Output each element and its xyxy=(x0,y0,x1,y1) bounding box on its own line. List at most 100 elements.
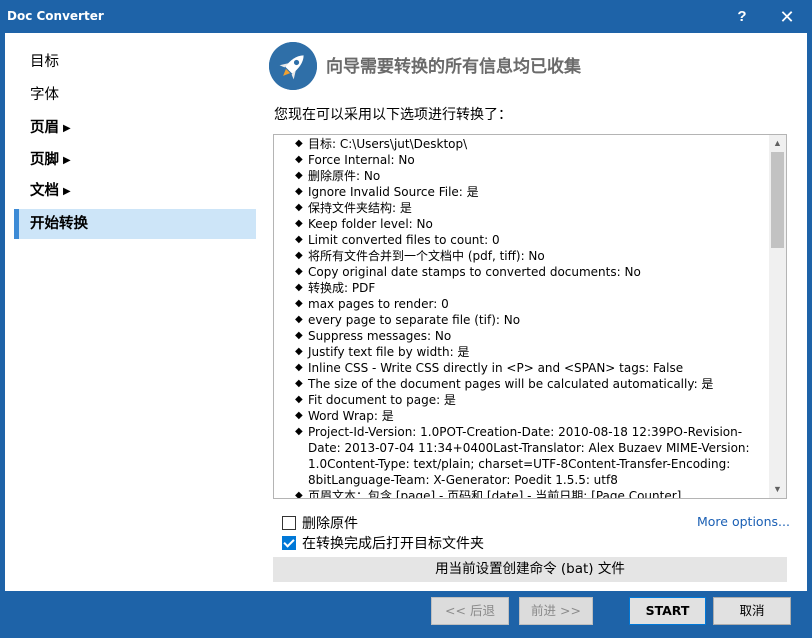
create-batch-file-button[interactable]: 用当前设置创建命令 (bat) 文件 xyxy=(273,557,787,582)
bullet-icon: ◆ xyxy=(295,186,303,197)
option-text: 删除原件: No xyxy=(308,169,381,183)
footer-bar: << 后退 前进 >> START 取消 xyxy=(5,591,807,633)
bullet-icon: ◆ xyxy=(295,378,303,389)
option-text: Limit converted files to count: 0 xyxy=(308,233,500,247)
delete-original-checkbox-row[interactable]: 删除原件 xyxy=(282,514,358,532)
chevron-right-icon: ▶ xyxy=(63,155,71,166)
bullet-icon: ◆ xyxy=(295,250,303,261)
bullet-icon: ◆ xyxy=(295,266,303,277)
delete-original-label: 删除原件 xyxy=(302,516,358,532)
option-list-item: ◆ 目标: C:\Users\jut\Desktop\ xyxy=(274,136,774,152)
wizard-body: 目标 字体 页眉 ▶ 页脚 ▶ 文档 ▶ 开始转换 向导需要转换的所有信息均已收… xyxy=(5,33,807,591)
option-text: The size of the document pages will be c… xyxy=(308,377,714,391)
option-list-item: ◆ every page to separate file (tif): No xyxy=(274,312,774,328)
option-list-item: ◆ 将所有文件合并到一个文档中 (pdf, tiff): No xyxy=(274,248,774,264)
bullet-icon: ◆ xyxy=(295,394,303,405)
sidebar-item-label: 字体 xyxy=(30,87,59,103)
bullet-icon: ◆ xyxy=(295,330,303,341)
wizard-sidebar: 目标 字体 页眉 ▶ 页脚 ▶ 文档 ▶ 开始转换 xyxy=(5,33,256,591)
option-text: Fit document to page: 是 xyxy=(308,393,456,407)
option-list-item: ◆ 删除原件: No xyxy=(274,168,774,184)
scroll-up-icon[interactable]: ▲ xyxy=(769,135,786,152)
header-title: 向导需要转换的所有信息均已收集 xyxy=(326,57,581,77)
option-list-item: ◆ Limit converted files to count: 0 xyxy=(274,232,774,248)
option-list-item: ◆ Copy original date stamps to converted … xyxy=(274,264,774,280)
bullet-icon: ◆ xyxy=(295,282,303,293)
bullet-icon: ◆ xyxy=(295,490,303,499)
sidebar-item-label: 页眉 xyxy=(30,120,59,136)
option-text: every page to separate file (tif): No xyxy=(308,313,521,327)
open-folder-checkbox[interactable] xyxy=(282,536,296,550)
sidebar-item-font[interactable]: 字体 xyxy=(14,80,256,110)
app-window: Doc Converter ? ✕ 目标 字体 页眉 ▶ 页脚 ▶ 文档 ▶ 开始转换 xyxy=(0,0,812,638)
option-text: Suppress messages: No xyxy=(308,329,452,343)
option-text: 保持文件夹结构: 是 xyxy=(308,201,412,215)
delete-original-checkbox[interactable] xyxy=(282,516,296,530)
option-text: Inline CSS - Write CSS directly in <P> a… xyxy=(308,361,684,375)
bullet-icon: ◆ xyxy=(295,362,303,373)
sidebar-item-start-conversion[interactable]: 开始转换 xyxy=(14,209,256,239)
option-list-item: ◆ 转换成: PDF xyxy=(274,280,774,296)
back-button[interactable]: << 后退 xyxy=(431,597,509,625)
sidebar-item-destination[interactable]: 目标 xyxy=(14,47,256,77)
option-text: Copy original date stamps to converted d… xyxy=(308,265,641,279)
chevron-right-icon: ▶ xyxy=(63,186,71,197)
option-list-item: ◆ Force Internal: No xyxy=(274,152,774,168)
options-list: ◆ 目标: C:\Users\jut\Desktop\ ◆ Force Interna… xyxy=(274,135,774,499)
option-list-item: ◆ Justify text file by width: 是 xyxy=(274,344,774,360)
bullet-icon: ◆ xyxy=(295,426,303,437)
cancel-button[interactable]: 取消 xyxy=(713,597,791,625)
option-list-item: ◆ The size of the document pages will be … xyxy=(274,376,774,392)
sidebar-item-label: 目标 xyxy=(30,54,59,70)
option-text: Force Internal: No xyxy=(308,153,415,167)
option-text: Justify text file by width: 是 xyxy=(308,345,470,359)
sidebar-item-label: 页脚 xyxy=(30,152,59,168)
scroll-down-icon[interactable]: ▼ xyxy=(769,481,786,498)
option-list-item: ◆ Word Wrap: 是 xyxy=(274,408,774,424)
option-text: max pages to render: 0 xyxy=(308,297,449,311)
bullet-icon: ◆ xyxy=(295,298,303,309)
window-title: Doc Converter xyxy=(7,9,104,23)
bullet-icon: ◆ xyxy=(295,234,303,245)
subtitle: 您现在可以采用以下选项进行转换了： xyxy=(274,107,512,123)
wizard-header: 向导需要转换的所有信息均已收集 xyxy=(269,42,799,90)
option-list-item: ◆ Ignore Invalid Source File: 是 xyxy=(274,184,774,200)
sidebar-item-header[interactable]: 页眉 ▶ xyxy=(14,113,256,143)
bullet-icon: ◆ xyxy=(295,346,303,357)
option-text: Keep folder level: No xyxy=(308,217,433,231)
option-list-item: ◆ 保持文件夹结构: 是 xyxy=(274,200,774,216)
option-list-item: ◆ Project-Id-Version: 1.0POT-Creation-Dat… xyxy=(274,424,774,488)
option-text: 目标: C:\Users\jut\Desktop\ xyxy=(308,137,468,151)
option-text: 页眉文本：包含 [page] - 页码和 [date] - 当前日期: [Pag… xyxy=(308,489,682,499)
rocket-icon xyxy=(269,42,317,90)
bullet-icon: ◆ xyxy=(295,314,303,325)
sidebar-item-document[interactable]: 文档 ▶ xyxy=(14,176,256,206)
vertical-scrollbar[interactable]: ▲ ▼ xyxy=(769,135,786,498)
next-button[interactable]: 前进 >> xyxy=(519,597,593,625)
option-list-item: ◆ Fit document to page: 是 xyxy=(274,392,774,408)
sidebar-item-label: 文档 xyxy=(30,183,59,199)
scrollbar-thumb[interactable] xyxy=(771,152,784,248)
option-list-item: ◆ max pages to render: 0 xyxy=(274,296,774,312)
option-list-item: ◆ Keep folder level: No xyxy=(274,216,774,232)
options-summary-list[interactable]: ◆ 目标: C:\Users\jut\Desktop\ ◆ Force Interna… xyxy=(273,134,787,499)
open-folder-label: 在转换完成后打开目标文件夹 xyxy=(302,536,484,552)
option-text: Word Wrap: 是 xyxy=(308,409,394,423)
bullet-icon: ◆ xyxy=(295,410,303,421)
option-list-item: ◆ Suppress messages: No xyxy=(274,328,774,344)
sidebar-item-footer[interactable]: 页脚 ▶ xyxy=(14,145,256,175)
title-bar: Doc Converter ? ✕ xyxy=(0,0,812,33)
open-folder-checkbox-row[interactable]: 在转换完成后打开目标文件夹 xyxy=(282,534,484,552)
option-text: Ignore Invalid Source File: 是 xyxy=(308,185,479,199)
more-options-link[interactable]: More options... xyxy=(697,514,790,529)
option-text: 将所有文件合并到一个文档中 (pdf, tiff): No xyxy=(308,249,545,263)
option-text: 转换成: PDF xyxy=(308,281,376,295)
help-button[interactable]: ? xyxy=(728,6,756,28)
bullet-icon: ◆ xyxy=(295,170,303,181)
option-text: Project-Id-Version: 1.0POT-Creation-Date… xyxy=(308,425,750,487)
close-button[interactable]: ✕ xyxy=(772,6,802,28)
sidebar-item-label: 开始转换 xyxy=(30,216,88,232)
bullet-icon: ◆ xyxy=(295,138,303,149)
option-list-item: ◆ Inline CSS - Write CSS directly in <P> … xyxy=(274,360,774,376)
start-button[interactable]: START xyxy=(629,597,706,625)
